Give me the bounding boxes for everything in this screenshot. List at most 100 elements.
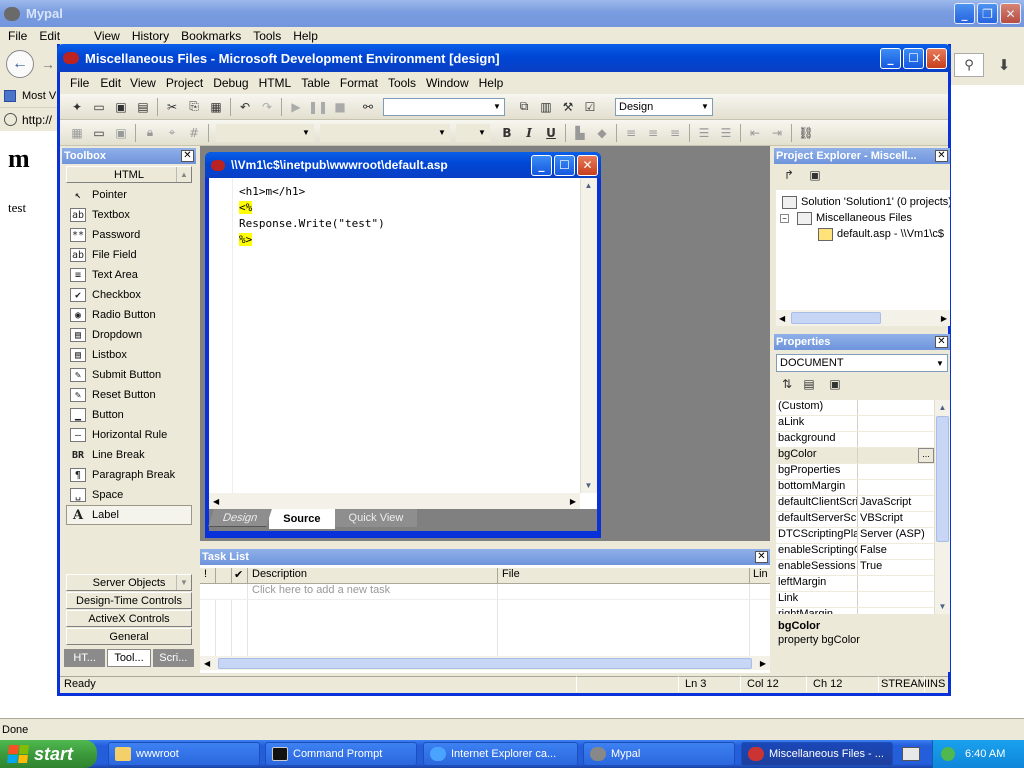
property-value[interactable] (858, 416, 934, 431)
browser-menu-bookmarks[interactable]: Bookmarks (175, 29, 247, 43)
toolbox-tab-activex-controls[interactable]: ActiveX Controls (66, 610, 192, 627)
download-button[interactable]: ⬇ (990, 53, 1018, 77)
solution-explorer-icon[interactable]: ⧉ (515, 98, 533, 116)
stop-icon[interactable]: ■ (331, 98, 349, 116)
start-button[interactable]: start (0, 740, 97, 768)
property-value[interactable] (858, 608, 934, 614)
search-button[interactable]: ⚲ (954, 53, 984, 77)
taskbar-item-command-prompt[interactable]: Command Prompt (265, 742, 417, 766)
menu-table[interactable]: Table (296, 76, 335, 90)
toolbox-item-line-break[interactable]: BR Line Break (62, 445, 196, 465)
table-icon[interactable]: ▦ (68, 124, 86, 142)
sort-category-icon[interactable]: ▤ (800, 375, 818, 393)
address-input[interactable]: http:// (22, 113, 52, 127)
align-center-icon[interactable]: ≡ (644, 124, 662, 142)
save-icon[interactable]: ▣ (112, 98, 130, 116)
forward-button[interactable]: → (38, 54, 58, 74)
toolbox-item-submit-button[interactable]: ✎ Submit Button (62, 365, 196, 385)
keyboard-icon[interactable] (902, 747, 920, 761)
taskbar-item-misc-files[interactable]: Miscellaneous Files - ... (741, 742, 893, 766)
scroll-right-icon[interactable]: ▶ (570, 497, 576, 506)
browser-menu-tools[interactable]: Tools (247, 29, 287, 43)
toolbox-item-paragraph-break[interactable]: ¶ Paragraph Break (62, 465, 196, 485)
scroll-right-icon[interactable]: ▶ (760, 659, 766, 668)
new-project-icon[interactable]: ✦ (68, 98, 86, 116)
code-hscroll[interactable]: ◀ ▶ (209, 493, 580, 509)
toolbox-tab-server-objects[interactable]: Server Objects ▼ (66, 574, 192, 591)
find-icon[interactable]: ⚯ (359, 98, 377, 116)
editor-close-button[interactable]: ✕ (577, 154, 598, 176)
toolbox-item-radio-button[interactable]: ◉ Radio Button (62, 305, 196, 325)
property-row[interactable]: defaultServerScr VBScript (776, 512, 934, 528)
tray-network-icon[interactable] (941, 747, 955, 761)
copy-icon[interactable]: ⎘ (185, 98, 203, 116)
property-value[interactable] (858, 576, 934, 591)
property-value[interactable]: Server (ASP) (858, 528, 934, 543)
tree-misc-files[interactable]: − Miscellaneous Files (776, 210, 950, 226)
object-selector[interactable]: DOCUMENT ▼ (776, 354, 948, 372)
devenv-close-button[interactable]: ✕ (926, 47, 947, 69)
column-description[interactable]: Description (248, 568, 498, 583)
toolbox-item-checkbox[interactable]: ✔ Checkbox (62, 285, 196, 305)
view-tab-source[interactable]: Source (269, 509, 335, 529)
panel-tab-html-outline[interactable]: HT... (64, 649, 106, 667)
underline-button[interactable]: U (542, 124, 560, 142)
property-row[interactable]: DTCScriptingPlatl Server (ASP) (776, 528, 934, 544)
properties-icon[interactable]: ▣ (806, 166, 824, 184)
task-list-new-row[interactable]: Click here to add a new task (200, 584, 770, 600)
find-combo[interactable]: ▼ (383, 97, 505, 116)
editor-maximize-button[interactable]: ☐ (554, 154, 575, 176)
menu-file[interactable]: File (63, 76, 96, 90)
menu-help[interactable]: Help (474, 76, 509, 90)
fore-color-icon[interactable]: ▙ (571, 124, 589, 142)
browser-restore-button[interactable]: ❐ (977, 3, 998, 24)
menu-view[interactable]: View (125, 76, 161, 90)
refresh-icon[interactable]: ↱ (780, 166, 798, 184)
open-folder-icon[interactable]: ▭ (90, 98, 108, 116)
properties-scroll-thumb[interactable] (936, 416, 949, 542)
absolute-position-icon[interactable]: ⌖ (163, 124, 181, 142)
property-value[interactable] (858, 592, 934, 607)
devenv-minimize-button[interactable]: _ (880, 47, 901, 69)
toolbox-item-space[interactable]: ␣ Space (62, 485, 196, 505)
toolbox-item-textbox[interactable]: ab Textbox (62, 205, 196, 225)
column-checked[interactable]: ✔ (232, 568, 248, 583)
menu-debug[interactable]: Debug (208, 76, 253, 90)
sort-alphabetic-icon[interactable]: ⇅ (778, 375, 796, 393)
property-value[interactable] (858, 400, 934, 415)
menu-window[interactable]: Window (421, 76, 474, 90)
toolbox-item-reset-button[interactable]: ✎ Reset Button (62, 385, 196, 405)
menu-html[interactable]: HTML (254, 76, 297, 90)
toolbox-tab-design-time-controls[interactable]: Design-Time Controls (66, 592, 192, 609)
panel-tab-toolbox[interactable]: Tool... (107, 649, 151, 667)
menu-tools[interactable]: Tools (383, 76, 421, 90)
properties-vscroll[interactable]: ▲ ▼ (934, 400, 950, 614)
toolbox-item-horizontal-rule[interactable]: — Horizontal Rule (62, 425, 196, 445)
scroll-down-icon[interactable]: ▼ (176, 575, 191, 590)
browser-menu-history[interactable]: History (126, 29, 175, 43)
font-size-combo[interactable]: ▼ (456, 123, 490, 142)
toolbox-item-password[interactable]: ** Password (62, 225, 196, 245)
hyperlink-icon[interactable]: ⛓ (797, 124, 815, 142)
project-tree-hscroll[interactable]: ◀ ▶ (776, 310, 950, 326)
column-type[interactable] (216, 568, 232, 583)
project-explorer-close-icon[interactable]: ✕ (935, 150, 948, 162)
outdent-icon[interactable]: ⇤ (746, 124, 764, 142)
scroll-up-icon[interactable]: ▲ (176, 167, 191, 182)
block-format-combo[interactable]: ▼ (216, 123, 314, 142)
toolbox-tab-html[interactable]: HTML ▲ (66, 166, 192, 183)
task-list-scroll-thumb[interactable] (218, 657, 752, 669)
scroll-right-icon[interactable]: ▶ (941, 314, 947, 323)
scroll-down-icon[interactable]: ▼ (935, 599, 950, 614)
layer-icon[interactable]: ▣ (112, 124, 130, 142)
redo-icon[interactable]: ↷ (258, 98, 276, 116)
property-value[interactable] (858, 464, 934, 479)
font-name-combo[interactable]: ▼ (320, 123, 450, 142)
scroll-up-icon[interactable]: ▲ (581, 178, 596, 193)
browser-close-button[interactable]: ✕ (1000, 3, 1021, 24)
menu-format[interactable]: Format (335, 76, 383, 90)
bookmark-most-visited[interactable]: Most V (22, 90, 56, 102)
property-row[interactable]: enableSessions True (776, 560, 934, 576)
menu-edit[interactable]: Edit (96, 76, 125, 90)
property-row[interactable]: defaultClientScrip JavaScript (776, 496, 934, 512)
